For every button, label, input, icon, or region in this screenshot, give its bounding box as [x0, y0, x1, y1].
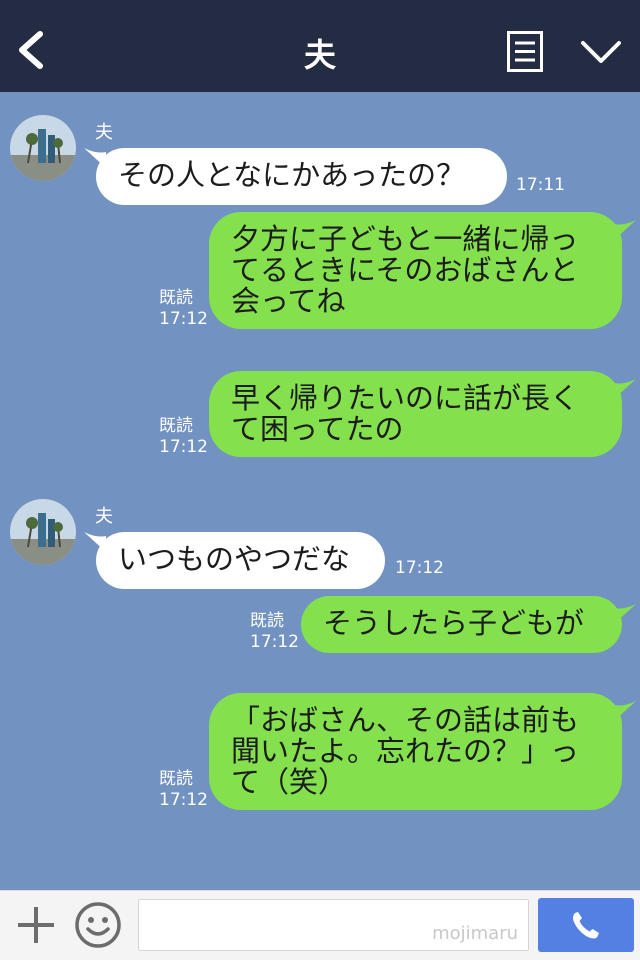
watermark: mojimaru: [432, 923, 518, 944]
message-time: 17:12: [159, 790, 208, 810]
message-line: て困ってたの: [231, 412, 404, 446]
message-line: 夕方に子どもと一緒に帰っ: [231, 222, 579, 256]
message-text: いつものやつだな: [118, 542, 351, 576]
message-bubble[interactable]: そうしたら子どもが: [301, 596, 622, 653]
message-time: 17:11: [516, 175, 565, 195]
message-input[interactable]: mojimaru: [138, 899, 529, 951]
read-receipt: 既読: [250, 611, 284, 631]
chat-title: 夫: [303, 36, 336, 74]
bubble-tail: [614, 220, 636, 240]
bubble-tail: [614, 379, 636, 399]
message-text: その人となにかあったの？: [118, 158, 466, 192]
avatar[interactable]: [10, 499, 76, 565]
phone-icon: [573, 912, 599, 939]
input-bar: mojimaru: [0, 890, 640, 960]
message-line: 聞いたよ。忘れたの？」っ: [231, 734, 580, 768]
call-button[interactable]: [538, 898, 634, 952]
list-icon[interactable]: [507, 31, 543, 72]
avatar[interactable]: [10, 115, 76, 181]
message-meta: 既読 17:12: [250, 611, 299, 653]
message-line: て（笑）: [231, 765, 348, 799]
bubble-tail: [614, 701, 636, 721]
message-line: てるときにそのおばさんと: [231, 253, 579, 287]
chat-area[interactable]: 夫 その人となにかあったの？ 17:11 夕方に子どもと一緒に帰っ てるときにそ…: [0, 92, 640, 890]
message-bubble[interactable]: 夕方に子どもと一緒に帰っ てるときにそのおばさんと 会ってね: [209, 212, 622, 329]
plus-icon[interactable]: [14, 903, 58, 947]
message-bubble[interactable]: いつものやつだな: [96, 532, 385, 589]
message-text: そうしたら子どもが: [323, 606, 585, 640]
message-line: 会ってね: [231, 284, 346, 318]
sender-name: 夫: [95, 506, 113, 527]
message-line: 「おばさん、その話は前も: [231, 703, 580, 737]
read-receipt: 既読: [159, 769, 193, 789]
message-meta: 既読 17:12: [159, 769, 208, 811]
smile-icon[interactable]: [74, 901, 122, 949]
message-bubble[interactable]: その人となにかあったの？: [96, 148, 507, 205]
message-time: 17:12: [159, 437, 208, 457]
message-meta: 既読 17:12: [159, 416, 208, 458]
bubble-tail: [614, 604, 636, 624]
message-meta: 既読 17:12: [159, 288, 208, 330]
chevron-down-icon[interactable]: [580, 38, 622, 66]
chat-header: 夫: [0, 0, 640, 92]
message-time: 17:12: [159, 309, 208, 329]
message-bubble[interactable]: 「おばさん、その話は前も 聞いたよ。忘れたの？」っ て（笑）: [209, 693, 622, 810]
message-bubble[interactable]: 早く帰りたいのに話が長く て困ってたの: [209, 371, 622, 457]
read-receipt: 既読: [159, 288, 193, 308]
message-time: 17:12: [250, 632, 299, 652]
read-receipt: 既読: [159, 416, 193, 436]
message-line: 早く帰りたいのに話が長く: [231, 381, 580, 415]
message-time: 17:12: [395, 558, 444, 578]
sender-name: 夫: [95, 122, 113, 143]
